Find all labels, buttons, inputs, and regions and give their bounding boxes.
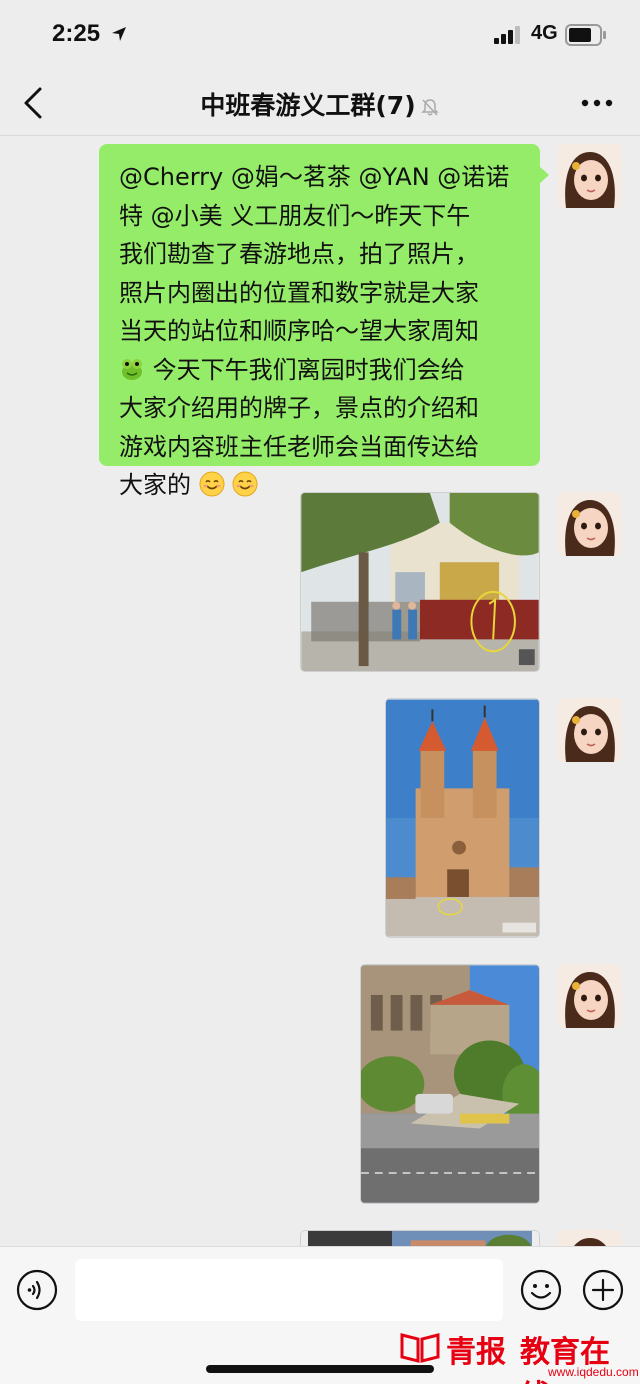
message-line: 大家介绍用的牌子，景点的介绍和 (119, 394, 479, 422)
chat-message-list[interactable]: @Cherry @娟～茗茶 @YAN @诺诺 特 @小美 义工朋友们～昨天下午 … (0, 136, 640, 1246)
chat-header: 中班春游义工群(7) (0, 70, 640, 136)
status-bar: 2:25 4G (0, 0, 640, 70)
watermark: 青报 教育在线 www.iqdedu.com (400, 1327, 639, 1384)
status-time: 2:25 (52, 20, 101, 47)
bubble-tail (539, 166, 549, 184)
location-arrow-icon (112, 27, 126, 41)
chat-title: 中班春游义工群(7) (200, 91, 416, 120)
message-line: 大家的 (119, 471, 191, 499)
signal-strength-icon (494, 26, 520, 44)
avatar[interactable] (558, 492, 622, 556)
message-line: 当天的站位和顺序哈～望大家周知 (119, 317, 479, 345)
image-message-church[interactable] (385, 698, 540, 938)
message-line: 游戏内容班主任老师会当面传达给 (119, 432, 479, 461)
more-functions-plus-icon[interactable] (582, 1269, 624, 1311)
image-message-kindergarten-gate[interactable] (300, 492, 540, 672)
avatar[interactable] (558, 698, 622, 762)
avatar[interactable] (558, 144, 622, 208)
smile-emoji-icon (232, 471, 258, 497)
image-message-building-street[interactable] (360, 964, 540, 1204)
avatar[interactable] (558, 964, 622, 1028)
text-message-bubble[interactable]: @Cherry @娟～茗茶 @YAN @诺诺 特 @小美 义工朋友们～昨天下午 … (99, 144, 540, 499)
mute-bell-icon (420, 99, 439, 116)
message-line: 我们勘查了春游地点，拍了照片， (119, 240, 479, 268)
avatar[interactable] (558, 1230, 622, 1246)
message-line-with-emoji: 今天下午我们离园时我们会给 (119, 351, 522, 390)
smile-emoji-icon (199, 471, 225, 497)
book-logo-icon (400, 1333, 440, 1363)
watermark-url: www.iqdedu.com (548, 1365, 639, 1379)
watermark-brand: 青报 (446, 1335, 506, 1370)
more-options-icon[interactable] (580, 96, 614, 110)
network-type: 4G (531, 22, 558, 44)
chat-title-wrap: 中班春游义工群(7) (0, 86, 640, 122)
input-bar: 青报 教育在线 www.iqdedu.com (0, 1246, 640, 1384)
message-line: 照片内圈出的位置和数字就是大家 (119, 278, 479, 307)
battery-icon (565, 24, 606, 46)
message-input[interactable] (75, 1259, 503, 1321)
emoji-picker-icon[interactable] (520, 1269, 562, 1311)
message-line: 特 @小美 义工朋友们～昨天下午 (119, 201, 471, 230)
home-indicator[interactable] (206, 1365, 434, 1373)
message-line: @Cherry @娟～茗茶 @YAN @诺诺 (119, 163, 510, 191)
frog-emoji-icon (122, 358, 142, 380)
voice-input-icon[interactable] (16, 1269, 58, 1311)
image-message-partial[interactable] (300, 1230, 540, 1246)
message-line: 今天下午我们离园时我们会给 (152, 355, 465, 384)
